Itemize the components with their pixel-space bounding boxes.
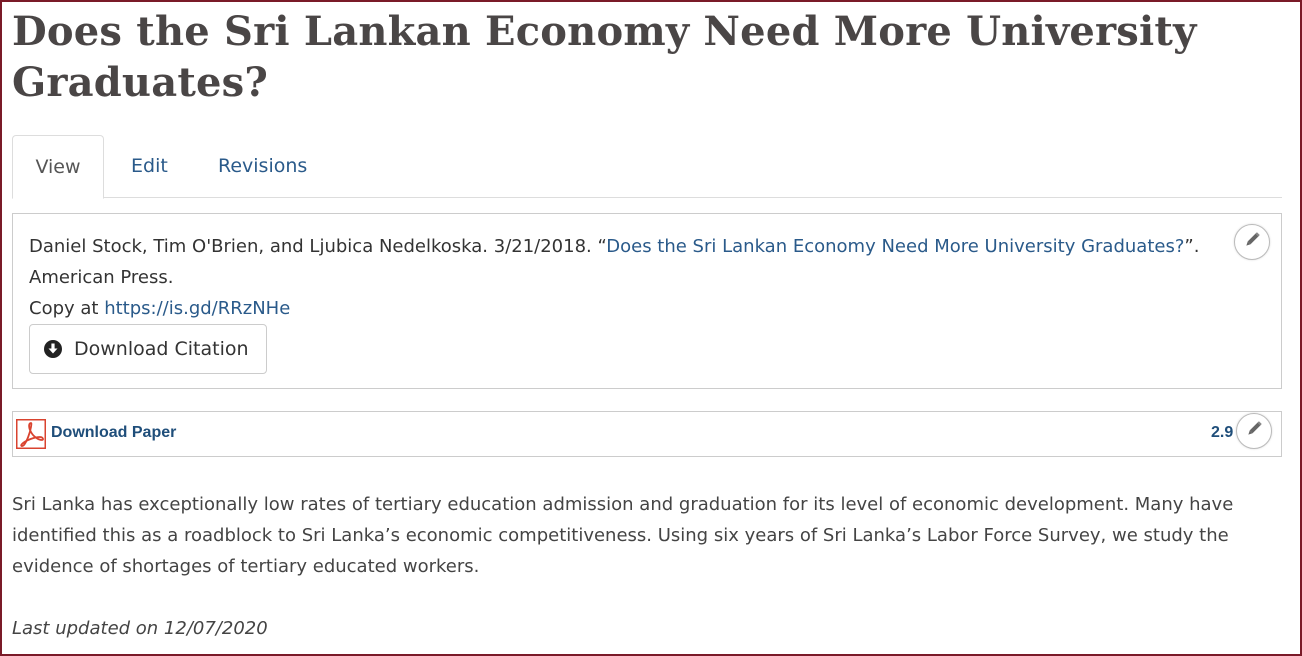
copy-prefix: Copy at [29,298,105,319]
tab-bar: View Edit Revisions [12,135,1282,199]
download-paper-link[interactable]: Download Paper [51,424,176,442]
page-frame: Does the Sri Lankan Economy Need More Un… [0,0,1302,656]
edit-citation-button[interactable] [1234,224,1270,260]
edit-paper-button[interactable] [1236,413,1272,449]
tab-revisions[interactable]: Revisions [218,135,307,197]
citation-title-link[interactable]: Does the Sri Lankan Economy Need More Un… [606,236,1184,257]
download-paper-row: Download Paper 2.9 [12,411,1282,457]
last-updated: Last updated on 12/07/2020 [12,618,268,639]
pencil-icon [1243,231,1261,253]
page-title: Does the Sri Lankan Economy Need More Un… [12,8,1197,106]
pdf-icon [15,418,47,450]
citation-prefix: Daniel Stock, Tim O'Brien, and Ljubica N… [29,236,607,257]
pencil-icon [1245,420,1263,442]
download-citation-button[interactable]: Download Citation [29,324,267,374]
citation-text: Daniel Stock, Tim O'Brien, and Ljubica N… [29,231,1244,293]
download-circle-icon [43,339,63,359]
tab-edit[interactable]: Edit [131,135,168,197]
short-url-link[interactable]: https://is.gd/RRzNHe [104,298,290,319]
abstract-text: Sri Lanka has exceptionally low rates of… [12,494,1234,577]
tab-view[interactable]: View [12,135,104,199]
citation-box: Daniel Stock, Tim O'Brien, and Ljubica N… [12,213,1282,389]
file-size: 2.9 [1211,424,1234,441]
download-citation-label: Download Citation [74,338,249,360]
copy-line: Copy at https://is.gd/RRzNHe [29,293,290,324]
